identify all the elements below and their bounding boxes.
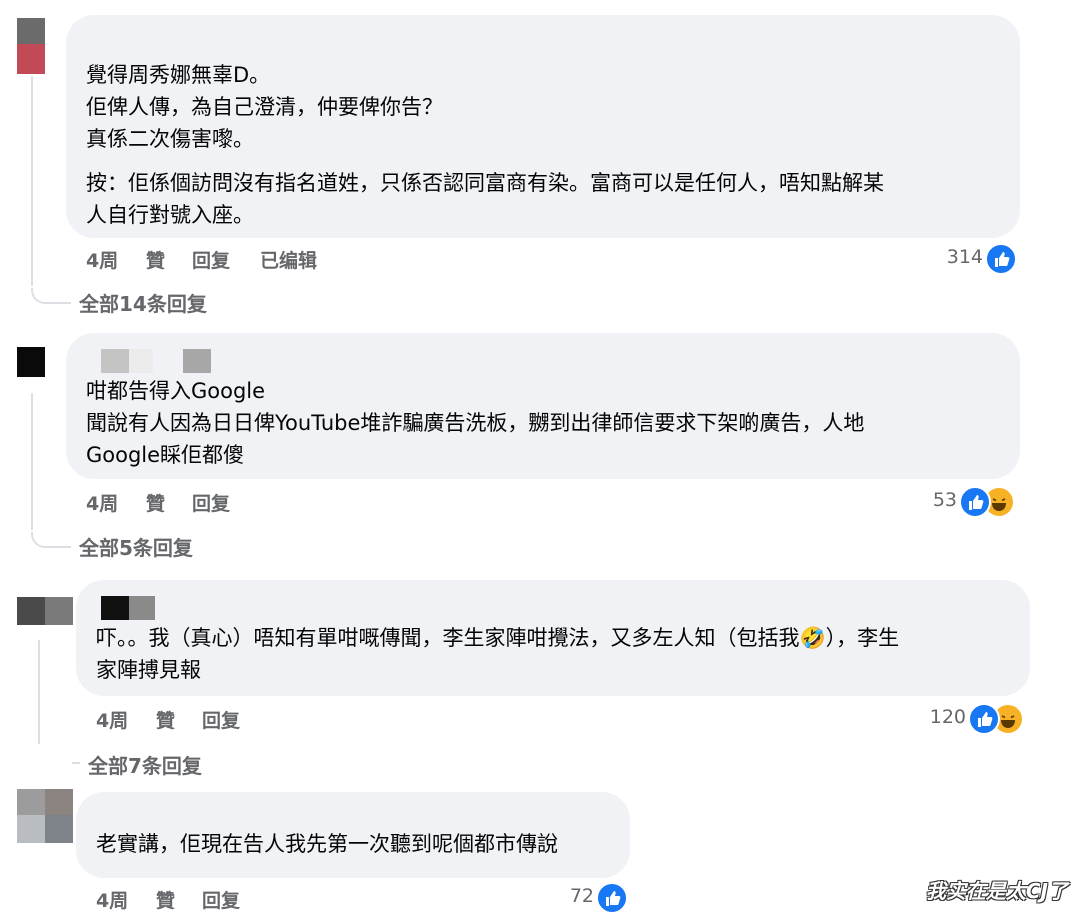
avatar[interactable] (17, 789, 73, 843)
comment-text: 聞說有人因為日日俾YouTube堆詐騙廣告洗板，嬲到出律師信要求下架啲廣告，人地 (86, 411, 865, 435)
like-icon (968, 703, 1000, 735)
watermark: 我实在是太CJ了 (925, 879, 1068, 903)
view-replies-link[interactable]: 全部5条回复 (79, 532, 193, 561)
avatar[interactable] (17, 597, 73, 625)
reaction-count: 53 (932, 489, 957, 511)
comment-bubble: 覺得周秀娜無辜D。 佢俾人傳，為自己澄清，仲要俾你告？ 真係二次傷害嚟。 按：佢… (66, 15, 1020, 238)
like-button[interactable]: 贊 (156, 886, 175, 913)
reaction-count: 120 (929, 706, 966, 728)
thread-branch (31, 532, 71, 548)
like-icon (596, 882, 628, 914)
comment-time[interactable]: 4周 (86, 489, 118, 516)
thread-branch (31, 288, 71, 304)
comment-time[interactable]: 4周 (96, 886, 128, 913)
reply-button[interactable]: 回复 (192, 489, 230, 516)
view-replies-link[interactable]: 全部14条回复 (79, 288, 207, 317)
reply-button[interactable]: 回复 (192, 246, 230, 273)
reaction-summary[interactable]: 53 (933, 486, 1015, 518)
comment-bubble: 咁都告得入Google 聞說有人因為日日俾YouTube堆詐騙廣告洗板，嬲到出律… (66, 333, 1020, 479)
comment-text: Google睬佢都傻 (86, 443, 245, 467)
comment-text: 咁都告得入Google (86, 379, 266, 403)
avatar[interactable] (17, 347, 45, 377)
reaction-summary[interactable]: 314 (947, 243, 1017, 275)
comment-text: 真係二次傷害嚟。 (86, 127, 254, 151)
thread-line (38, 640, 40, 744)
like-button[interactable]: 贊 (146, 489, 165, 516)
view-replies-link[interactable]: 全部7条回复 (88, 750, 202, 779)
like-button[interactable]: 贊 (146, 246, 165, 273)
reaction-count: 314 (946, 246, 983, 268)
comment-bubble: 老實講，佢現在告人我先第一次聽到呢個都市傳說 (76, 792, 630, 878)
thread-line (31, 393, 33, 530)
avatar[interactable] (17, 18, 45, 74)
comment-bubble: 吓。。我（真心）唔知有單咁嘅傳聞，李生家陣咁攪法，又多左人知（包括我🤣），李生 … (76, 580, 1030, 696)
reply-button[interactable]: 回复 (202, 886, 240, 913)
reply-button[interactable]: 回复 (202, 706, 240, 733)
edited-label: 已编辑 (260, 250, 318, 272)
comment-text: 佢俾人傳，為自己澄清，仲要俾你告？ (86, 95, 443, 119)
like-button[interactable]: 贊 (156, 706, 175, 733)
author-name-redacted[interactable] (101, 596, 157, 620)
comment-time[interactable]: 4周 (86, 246, 118, 273)
comment-text: 人自行對號入座。 (86, 203, 254, 227)
thread-branch (72, 762, 80, 764)
reaction-summary[interactable]: 72 (570, 882, 628, 914)
comment-text: 按：佢係個訪問沒有指名道姓，只係否認同富商有染。富商可以是任何人，唔知點解某 (86, 171, 884, 195)
like-icon (959, 486, 991, 518)
reaction-summary[interactable]: 120 (930, 703, 1024, 735)
like-icon (985, 243, 1017, 275)
comment-text: 吓。。我（真心）唔知有單咁嘅傳聞，李生家陣咁攪法，又多左人知（包括我🤣），李生 (96, 626, 900, 650)
comment-text: 老實講，佢現在告人我先第一次聽到呢個都市傳說 (96, 832, 558, 856)
thread-line (31, 76, 33, 286)
reaction-count: 72 (569, 885, 594, 907)
comment-text: 家陣搏見報 (96, 658, 201, 682)
comment-time[interactable]: 4周 (96, 706, 128, 733)
comment-text: 覺得周秀娜無辜D。 (86, 63, 271, 87)
author-name-redacted[interactable] (101, 349, 211, 373)
